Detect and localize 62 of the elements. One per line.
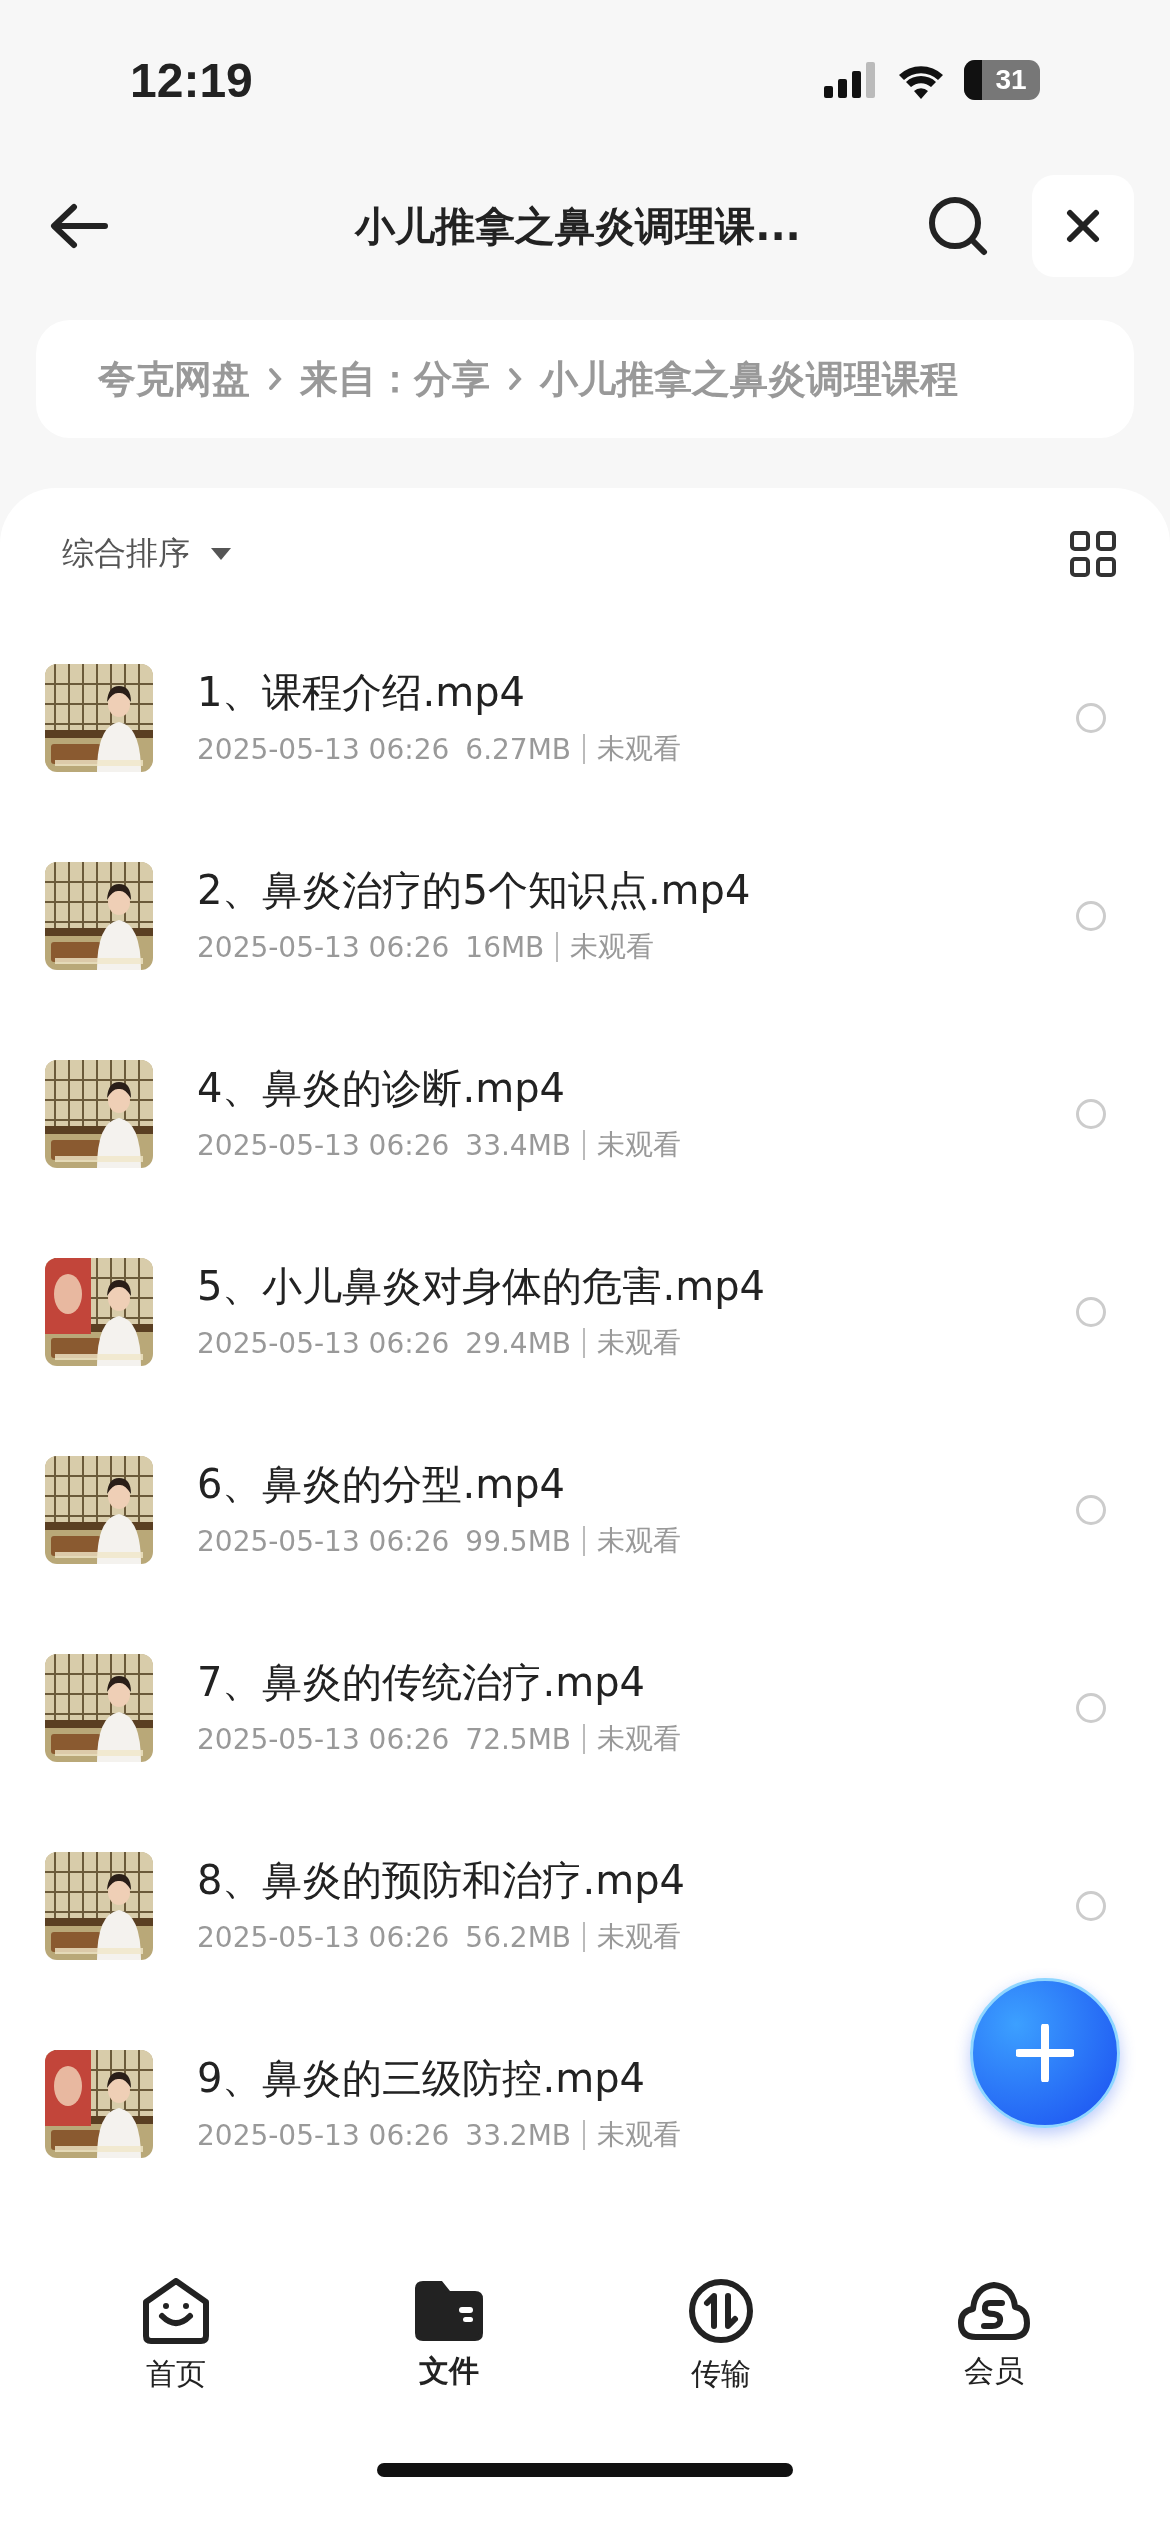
select-radio[interactable] <box>1076 703 1106 733</box>
file-name[interactable]: 8、鼻炎的预防和治疗.mp4 <box>197 1856 685 1904</box>
smiley-house-icon <box>142 2277 211 2344</box>
watch-status: 未观看 <box>597 1325 682 1361</box>
select-radio[interactable] <box>1076 1693 1106 1723</box>
watch-status: 未观看 <box>597 1523 682 1559</box>
watch-status: 未观看 <box>597 731 682 767</box>
watch-status: 未观看 <box>597 1919 682 1955</box>
file-date: 2025-05-13 06:26 <box>197 1326 450 1360</box>
file-name[interactable]: 4、鼻炎的诊断.mp4 <box>197 1064 565 1112</box>
sort-dropdown[interactable]: 综合排序 <box>62 531 232 576</box>
file-size: 99.5MB <box>465 1524 572 1558</box>
grid-view-icon[interactable] <box>1070 530 1116 577</box>
back-arrow-icon[interactable] <box>50 203 108 249</box>
search-icon[interactable] <box>928 196 988 256</box>
file-date: 2025-05-13 06:26 <box>197 1920 450 1954</box>
caret-icon <box>210 546 232 561</box>
file-name[interactable]: 1、课程介绍.mp4 <box>197 668 525 716</box>
file-size: 33.4MB <box>465 1128 572 1162</box>
select-radio[interactable] <box>1076 1891 1106 1921</box>
cloud-icon <box>957 2280 1030 2341</box>
transfer-icon <box>688 2277 755 2344</box>
file-name[interactable]: 2、鼻炎治疗的5个知识点.mp4 <box>197 866 751 914</box>
signal-icon <box>824 62 878 98</box>
folder-icon <box>414 2280 483 2341</box>
file-name[interactable]: 6、鼻炎的分型.mp4 <box>197 1460 565 1508</box>
file-name[interactable]: 9、鼻炎的三级防控.mp4 <box>197 2054 645 2102</box>
battery-icon: 31 <box>964 60 1040 100</box>
file-date: 2025-05-13 06:26 <box>197 1722 450 1756</box>
file-date: 2025-05-13 06:26 <box>197 1524 450 1558</box>
file-date: 2025-05-13 06:26 <box>197 1128 450 1162</box>
file-size: 16MB <box>465 930 545 964</box>
add-button[interactable] <box>970 1978 1120 2128</box>
watch-status: 未观看 <box>597 2117 682 2153</box>
chevron-icon <box>508 367 522 391</box>
file-size: 33.2MB <box>465 2118 572 2152</box>
chevron-icon <box>268 367 282 391</box>
tab-bar-item[interactable]: 文件 <box>388 2280 509 2392</box>
file-date: 2025-05-13 06:26 <box>197 732 450 766</box>
tab-bar-item[interactable]: 首页 <box>116 2277 237 2395</box>
file-size: 72.5MB <box>465 1722 572 1756</box>
file-name[interactable]: 7、鼻炎的传统治疗.mp4 <box>197 1658 645 1706</box>
tab-bar-item[interactable]: 会员 <box>933 2280 1054 2392</box>
file-date: 2025-05-13 06:26 <box>197 930 450 964</box>
plus-icon <box>1016 2024 1074 2082</box>
close-icon <box>1066 209 1100 243</box>
close-button[interactable] <box>1032 175 1134 277</box>
select-radio[interactable] <box>1076 1297 1106 1327</box>
status-time: 12:19 <box>130 52 253 108</box>
watch-status: 未观看 <box>597 1721 682 1757</box>
file-name[interactable]: 5、小儿鼻炎对身体的危害.mp4 <box>197 1262 765 1310</box>
page-title: 小儿推拿之鼻炎调理课... <box>353 201 802 251</box>
file-size: 29.4MB <box>465 1326 572 1360</box>
file-size: 56.2MB <box>465 1920 572 1954</box>
select-radio[interactable] <box>1076 1495 1106 1525</box>
watch-status: 未观看 <box>597 1127 682 1163</box>
select-radio[interactable] <box>1076 1099 1106 1129</box>
watch-status: 未观看 <box>570 929 655 965</box>
select-radio[interactable] <box>1076 901 1106 931</box>
file-size: 6.27MB <box>465 732 572 766</box>
file-date: 2025-05-13 06:26 <box>197 2118 450 2152</box>
tab-bar-item[interactable]: 传输 <box>661 2277 782 2395</box>
